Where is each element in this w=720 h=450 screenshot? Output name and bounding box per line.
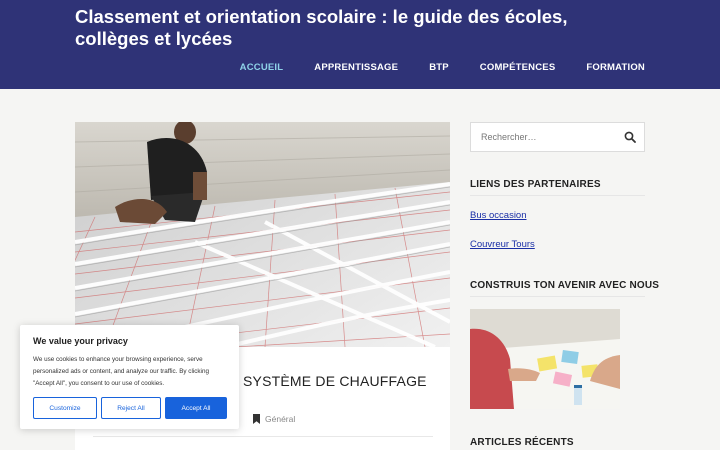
widget-divider [470, 195, 645, 196]
partner-link-couvreur-tours[interactable]: Couvreur Tours [470, 239, 535, 250]
customize-button[interactable]: Customize [33, 397, 97, 419]
nav-item-btp[interactable]: BTP [429, 62, 449, 73]
avenir-image[interactable] [470, 309, 620, 409]
cookie-consent-banner: We value your privacy We use cookies to … [20, 325, 239, 429]
nav-item-formation[interactable]: FORMATION [586, 62, 645, 73]
bookmark-icon [253, 414, 260, 424]
nav-item-apprentissage[interactable]: APPRENTISSAGE [314, 62, 398, 73]
meeting-photo [470, 309, 620, 409]
cookie-text: We use cookies to enhance your browsing … [33, 356, 209, 387]
nav-item-accueil[interactable]: ACCUEIL [240, 62, 284, 73]
cookie-title: We value your privacy [33, 336, 128, 346]
post-title[interactable]: SYSTÈME DE CHAUFFAGE [243, 373, 427, 389]
reject-all-button[interactable]: Reject All [101, 397, 161, 419]
search-icon[interactable] [624, 131, 636, 143]
post-meta: Général [253, 414, 295, 424]
avenir-widget-title: CONSTRUIS TON AVENIR AVEC NOUS [470, 280, 660, 291]
post-category[interactable]: Général [265, 414, 295, 424]
floor-heating-photo [75, 122, 450, 347]
site-title[interactable]: Classement et orientation scolaire : le … [75, 6, 645, 50]
main-nav: ACCUEIL APPRENTISSAGE BTP COMPÉTENCES FO… [209, 62, 645, 73]
post-divider [93, 436, 433, 437]
post-featured-image[interactable] [75, 122, 450, 347]
widget-divider [470, 296, 645, 297]
site-header: Classement et orientation scolaire : le … [0, 0, 720, 89]
partners-widget-title: LIENS DES PARTENAIRES [470, 179, 601, 190]
search-form [470, 122, 645, 152]
accept-all-button[interactable]: Accept All [165, 397, 227, 419]
search-input[interactable] [471, 123, 631, 151]
nav-item-competences[interactable]: COMPÉTENCES [480, 62, 556, 73]
recent-articles-title: ARTICLES RÉCENTS [470, 437, 574, 448]
partner-link-bus-occasion[interactable]: Bus occasion [470, 210, 527, 221]
